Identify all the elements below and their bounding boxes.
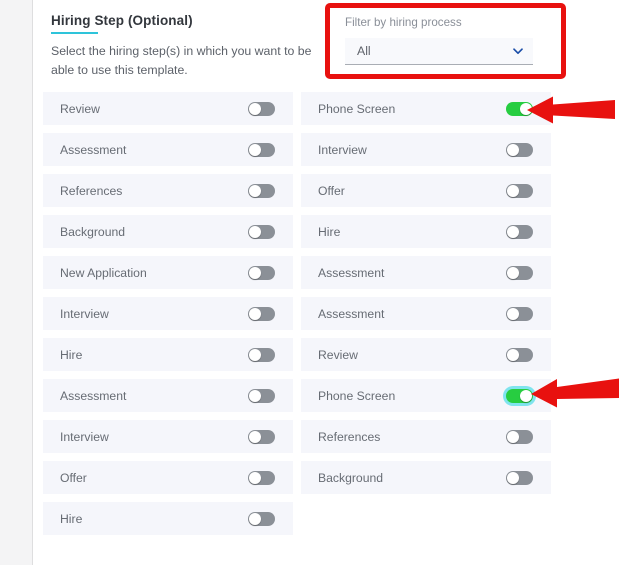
hiring-step-label: Assessment <box>60 388 127 403</box>
hiring-step-toggle[interactable] <box>506 388 533 403</box>
toggle-knob <box>249 348 261 361</box>
toggle-knob <box>249 389 261 402</box>
panel-description: Select the hiring step(s) in which you w… <box>51 44 312 77</box>
hiring-step-toggle[interactable] <box>248 306 275 321</box>
hiring-step-row: Offer <box>301 174 551 207</box>
hiring-step-label: Hire <box>318 224 341 239</box>
hiring-step-row: Assessment <box>43 133 293 166</box>
hiring-step-toggle[interactable] <box>506 470 533 485</box>
toggle-knob <box>507 307 519 320</box>
hiring-step-toggle[interactable] <box>248 511 275 526</box>
hiring-step-toggle[interactable] <box>248 429 275 444</box>
hiring-step-toggle[interactable] <box>506 101 533 116</box>
hiring-step-toggle[interactable] <box>248 183 275 198</box>
hiring-step-row: Offer <box>43 461 293 494</box>
hiring-step-label: Hire <box>60 511 83 526</box>
hiring-step-toggle[interactable] <box>506 265 533 280</box>
hiring-step-toggle[interactable] <box>248 265 275 280</box>
hiring-step-row: New Application <box>43 256 293 289</box>
toggle-knob <box>249 143 261 156</box>
filter-selected-value: All <box>357 44 371 58</box>
chevron-down-icon <box>511 44 525 58</box>
filter-hiring-process-select[interactable]: All <box>345 38 533 65</box>
filter-by-hiring-process-group: Filter by hiring process All <box>345 16 545 65</box>
hiring-step-toggle[interactable] <box>506 224 533 239</box>
filter-label: Filter by hiring process <box>345 16 462 29</box>
hiring-step-toggle[interactable] <box>248 388 275 403</box>
toggle-knob <box>507 225 519 238</box>
page-gutter-divider <box>32 0 33 565</box>
toggle-knob <box>249 184 261 197</box>
hiring-step-label: Hire <box>60 347 83 362</box>
hiring-step-toggle[interactable] <box>248 101 275 116</box>
hiring-step-label: Interview <box>318 142 367 157</box>
hiring-step-toggle[interactable] <box>248 224 275 239</box>
hiring-step-label: Background <box>318 470 384 485</box>
toggle-knob <box>249 430 261 443</box>
toggle-knob <box>520 389 532 402</box>
hiring-step-row: Review <box>301 338 551 371</box>
hiring-steps-column-right: Phone Screen Interview Offer Hire Assessment… <box>301 92 551 502</box>
toggle-knob <box>249 102 261 115</box>
hiring-steps-column-left: Review Assessment References Background New … <box>43 92 293 543</box>
hiring-step-toggle[interactable] <box>248 470 275 485</box>
hiring-step-toggle[interactable] <box>248 142 275 157</box>
toggle-knob <box>507 184 519 197</box>
hiring-step-label: Offer <box>60 470 87 485</box>
hiring-step-row: Hire <box>43 338 293 371</box>
panel-header: Hiring Step (Optional) <box>51 12 321 34</box>
hiring-step-row: Assessment <box>301 256 551 289</box>
hiring-step-row: Background <box>43 215 293 248</box>
toggle-knob <box>249 512 261 525</box>
hiring-step-row: Interview <box>43 420 293 453</box>
toggle-knob <box>507 348 519 361</box>
hiring-step-row: Assessment <box>43 379 293 412</box>
hiring-step-toggle[interactable] <box>506 142 533 157</box>
hiring-step-label: References <box>318 429 381 444</box>
hiring-step-row: Interview <box>43 297 293 330</box>
hiring-step-row: Phone Screen <box>301 92 551 125</box>
hiring-step-label: Interview <box>60 429 109 444</box>
hiring-step-label: Phone Screen <box>318 388 396 403</box>
hiring-step-row: Hire <box>43 502 293 535</box>
toggle-knob <box>507 143 519 156</box>
hiring-step-label: Background <box>60 224 126 239</box>
hiring-step-toggle[interactable] <box>506 347 533 362</box>
hiring-step-row: Assessment <box>301 297 551 330</box>
hiring-step-row: References <box>43 174 293 207</box>
page-title: Hiring Step (Optional) <box>51 13 193 28</box>
toggle-knob <box>520 102 532 115</box>
hiring-step-label: Review <box>60 101 100 116</box>
toggle-knob <box>507 266 519 279</box>
page-root: Hiring Step (Optional) Select the hiring… <box>0 0 642 565</box>
hiring-step-label: Interview <box>60 306 109 321</box>
toggle-knob <box>249 471 261 484</box>
hiring-step-row: Background <box>301 461 551 494</box>
hiring-step-toggle[interactable] <box>506 306 533 321</box>
hiring-step-label: Offer <box>318 183 345 198</box>
hiring-step-label: Assessment <box>318 306 385 321</box>
hiring-step-label: Review <box>318 347 358 362</box>
hiring-step-row: Interview <box>301 133 551 166</box>
hiring-step-label: References <box>60 183 123 198</box>
toggle-knob <box>249 266 261 279</box>
hiring-step-label: Phone Screen <box>318 101 396 116</box>
hiring-step-label: Assessment <box>60 142 127 157</box>
toggle-knob <box>249 307 261 320</box>
hiring-step-label: Assessment <box>318 265 385 280</box>
hiring-step-toggle[interactable] <box>506 183 533 198</box>
toggle-knob <box>249 225 261 238</box>
toggle-knob <box>507 471 519 484</box>
hiring-step-row: References <box>301 420 551 453</box>
hiring-step-row: Hire <box>301 215 551 248</box>
hiring-step-toggle[interactable] <box>506 429 533 444</box>
hiring-step-toggle[interactable] <box>248 347 275 362</box>
hiring-step-row: Phone Screen <box>301 379 551 412</box>
toggle-knob <box>507 430 519 443</box>
title-accent-underline <box>51 32 98 34</box>
hiring-step-label: New Application <box>60 265 147 280</box>
hiring-step-row: Review <box>43 92 293 125</box>
page-left-gutter <box>0 0 32 565</box>
